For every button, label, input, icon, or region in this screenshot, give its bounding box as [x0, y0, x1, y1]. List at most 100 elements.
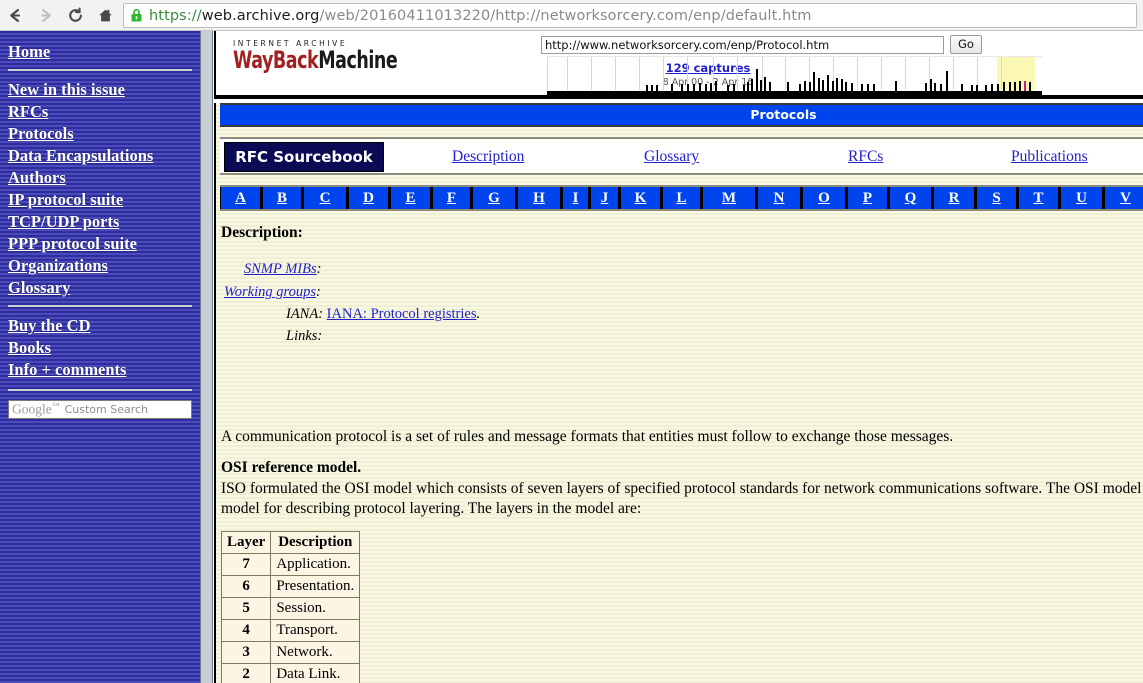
osi-heading: OSI reference model. [221, 459, 362, 476]
sidebar-item-buy-the-cd[interactable]: Buy the CD [8, 315, 192, 337]
table-row: 4 Transport. [220, 619, 361, 642]
cell-description: Presentation. [270, 575, 361, 598]
alpha-index-m[interactable]: M [702, 187, 757, 209]
links-label: Links: [286, 328, 323, 344]
snmp-mibs-link[interactable]: SNMP MIBs [244, 261, 317, 277]
table-row: 3 Network. [220, 641, 361, 664]
sidebar-item-authors[interactable]: Authors [8, 167, 192, 189]
wayback-url-input[interactable]: http://www.networksorcery.com/enp/Protoc… [541, 36, 944, 54]
url-host: web.archive.org [201, 7, 320, 24]
nav-link-rfcs[interactable]: RFCs [848, 148, 883, 166]
working-groups-link[interactable]: Working groups [224, 284, 316, 300]
intro-paragraph: A communication protocol is a set of rul… [221, 428, 954, 445]
alpha-index-r[interactable]: R [933, 187, 976, 209]
url-text: https://web.archive.org/web/201604110132… [149, 8, 811, 24]
table-row: 6 Presentation. [220, 575, 361, 598]
alpha-index-d[interactable]: D [348, 187, 390, 209]
alpha-index-k[interactable]: K [620, 187, 662, 209]
table-header-row: Layer Description [220, 531, 361, 554]
sidebar-item-tcp-udp-ports[interactable]: TCP/UDP ports [8, 211, 192, 233]
alpha-index-l[interactable]: L [662, 187, 702, 209]
osi-paragraph: ISO formulated the OSI model which consi… [221, 480, 1143, 517]
sidebar-item-info-comments[interactable]: Info + comments [8, 359, 192, 381]
alpha-index-i[interactable]: I [562, 187, 590, 209]
nav-link-glossary[interactable]: Glossary [644, 148, 699, 166]
google-custom-search-input[interactable]: Google™ Custom Search [8, 400, 192, 419]
cell-layer: 5 [220, 597, 272, 620]
alpha-index-h[interactable]: H [517, 187, 562, 209]
back-arrow-icon[interactable] [0, 0, 30, 30]
url-scheme: https:// [149, 7, 202, 24]
padlock-icon [130, 8, 143, 23]
meta-row-iana: IANA: IANA: Protocol registries. [286, 306, 481, 322]
wayback-toolbar: INTERNET ARCHIVE WayBackMachine http://w… [214, 31, 1143, 99]
nav-link-publications[interactable]: Publications [1011, 148, 1088, 166]
sidebar-divider-1 [8, 69, 192, 71]
sidebar-border [200, 31, 213, 683]
alpha-index-j[interactable]: J [590, 187, 620, 209]
alpha-index-t[interactable]: T [1018, 187, 1060, 209]
table-row: 2 Data Link. [220, 663, 361, 683]
sidebar-divider-2 [8, 305, 192, 307]
alpha-index-u[interactable]: U [1060, 187, 1104, 209]
table-row: 5 Session. [220, 597, 361, 620]
osi-layers-table: Layer Description 7 Application. 6 Presenta… [220, 531, 361, 683]
cell-layer: 7 [220, 553, 272, 576]
alpha-index-q[interactable]: Q [889, 187, 933, 209]
sidebar-item-rfcs[interactable]: RFCs [8, 101, 192, 123]
alpha-index-e[interactable]: E [390, 187, 432, 209]
alpha-index-p[interactable]: P [847, 187, 889, 209]
url-bar[interactable]: https://web.archive.org/web/201604110132… [123, 3, 1137, 28]
rfc-sourcebook-badge[interactable]: RFC Sourcebook [224, 142, 384, 172]
section-navbar: RFC Sourcebook Description Glossary RFCs… [220, 137, 1143, 175]
capture-timeline[interactable] [547, 56, 1042, 95]
sidebar-item-data-encapsulations[interactable]: Data Encapsulations [8, 145, 192, 167]
iana-protocol-registries-link[interactable]: IANA: Protocol registries [327, 306, 477, 322]
nav-link-description[interactable]: Description [452, 148, 524, 166]
sidebar-item-new-in-this-issue[interactable]: New in this issue [8, 79, 192, 101]
cell-description: Network. [270, 641, 361, 664]
sidebar-item-books[interactable]: Books [8, 337, 192, 359]
alpha-index-s[interactable]: S [976, 187, 1018, 209]
home-icon[interactable] [90, 0, 120, 30]
sidebar-item-glossary[interactable]: Glossary [8, 277, 192, 299]
alphabet-index-bar: ABCDEFGHIJKLMNOPQRSTUV [220, 185, 1143, 211]
sidebar-item-organizations[interactable]: Organizations [8, 255, 192, 277]
cell-description: Application. [270, 553, 361, 576]
alpha-index-a[interactable]: A [220, 187, 262, 209]
cell-layer: 3 [220, 641, 272, 664]
sidebar-item-ppp-protocol-suite[interactable]: PPP protocol suite [8, 233, 192, 255]
google-search-placeholder: Custom Search [64, 403, 149, 416]
alpha-index-n[interactable]: N [757, 187, 802, 209]
cell-description: Session. [270, 597, 361, 620]
iana-label: IANA: [286, 306, 324, 322]
forward-arrow-icon[interactable] [30, 0, 60, 30]
meta-row-links: Links: [286, 328, 322, 345]
table-row: 7 Application. [220, 553, 361, 576]
alpha-index-b[interactable]: B [262, 187, 303, 209]
alpha-index-v[interactable]: V [1104, 187, 1143, 209]
page-title-bar: Protocols [220, 103, 1143, 127]
url-path: /web/20160411013220/http://networksorcer… [319, 7, 812, 24]
sidebar-divider-3 [8, 389, 192, 391]
alpha-index-g[interactable]: G [472, 187, 517, 209]
wayback-machine-logo[interactable]: INTERNET ARCHIVE WayBackMachine [233, 39, 412, 72]
page-title: Protocols [750, 107, 817, 122]
alpha-index-o[interactable]: O [802, 187, 847, 209]
reload-icon[interactable] [60, 0, 90, 30]
browser-chrome: https://web.archive.org/web/201604110132… [0, 0, 1143, 31]
sidebar: Home New in this issue RFCs Protocols Da… [0, 31, 200, 683]
wayback-go-button[interactable]: Go [950, 35, 982, 54]
table-header-description: Description [270, 531, 361, 554]
wayback-wordmark: WayBackMachine [233, 46, 398, 74]
cell-description: Transport. [270, 619, 361, 642]
page-viewport: Home New in this issue RFCs Protocols Da… [0, 31, 1143, 683]
meta-row-working-groups: Working groups: [224, 284, 321, 300]
sidebar-item-protocols[interactable]: Protocols [8, 123, 192, 145]
sidebar-item-ip-protocol-suite[interactable]: IP protocol suite [8, 189, 192, 211]
sidebar-item-home[interactable]: Home [8, 41, 192, 63]
cell-layer: 2 [220, 663, 272, 683]
alpha-index-f[interactable]: F [432, 187, 472, 209]
cell-layer: 4 [220, 619, 272, 642]
alpha-index-c[interactable]: C [303, 187, 348, 209]
